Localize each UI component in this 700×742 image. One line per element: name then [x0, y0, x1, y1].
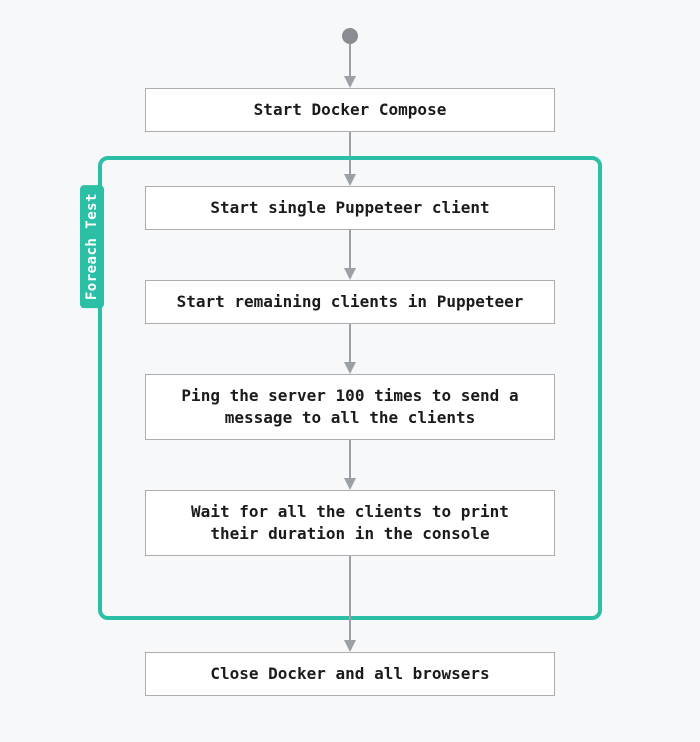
arrow-n3-to-n4	[340, 324, 360, 374]
node-label: Close Docker and all browsers	[210, 663, 489, 685]
loop-label-text: Foreach Test	[84, 193, 100, 300]
start-node-icon	[342, 28, 358, 44]
node-label: Start remaining clients in Puppeteer	[177, 291, 524, 313]
node-wait-for-clients: Wait for all the clients to print their …	[145, 490, 555, 556]
node-label: Ping the server 100 times to send a mess…	[166, 385, 534, 430]
arrow-start-to-n1	[340, 44, 360, 88]
arrow-n4-to-n5	[340, 440, 360, 490]
node-start-docker-compose: Start Docker Compose	[145, 88, 555, 132]
arrow-n5-to-n6	[340, 556, 360, 652]
arrow-n2-to-n3	[340, 230, 360, 280]
node-label: Start Docker Compose	[254, 99, 447, 121]
loop-label: Foreach Test	[80, 185, 104, 308]
flowchart-canvas: Start Docker Compose Foreach Test Start …	[0, 0, 700, 742]
node-label: Start single Puppeteer client	[210, 197, 489, 219]
node-close-docker: Close Docker and all browsers	[145, 652, 555, 696]
node-label: Wait for all the clients to print their …	[166, 501, 534, 546]
node-start-remaining-clients: Start remaining clients in Puppeteer	[145, 280, 555, 324]
node-start-single-puppeteer: Start single Puppeteer client	[145, 186, 555, 230]
node-ping-server: Ping the server 100 times to send a mess…	[145, 374, 555, 440]
